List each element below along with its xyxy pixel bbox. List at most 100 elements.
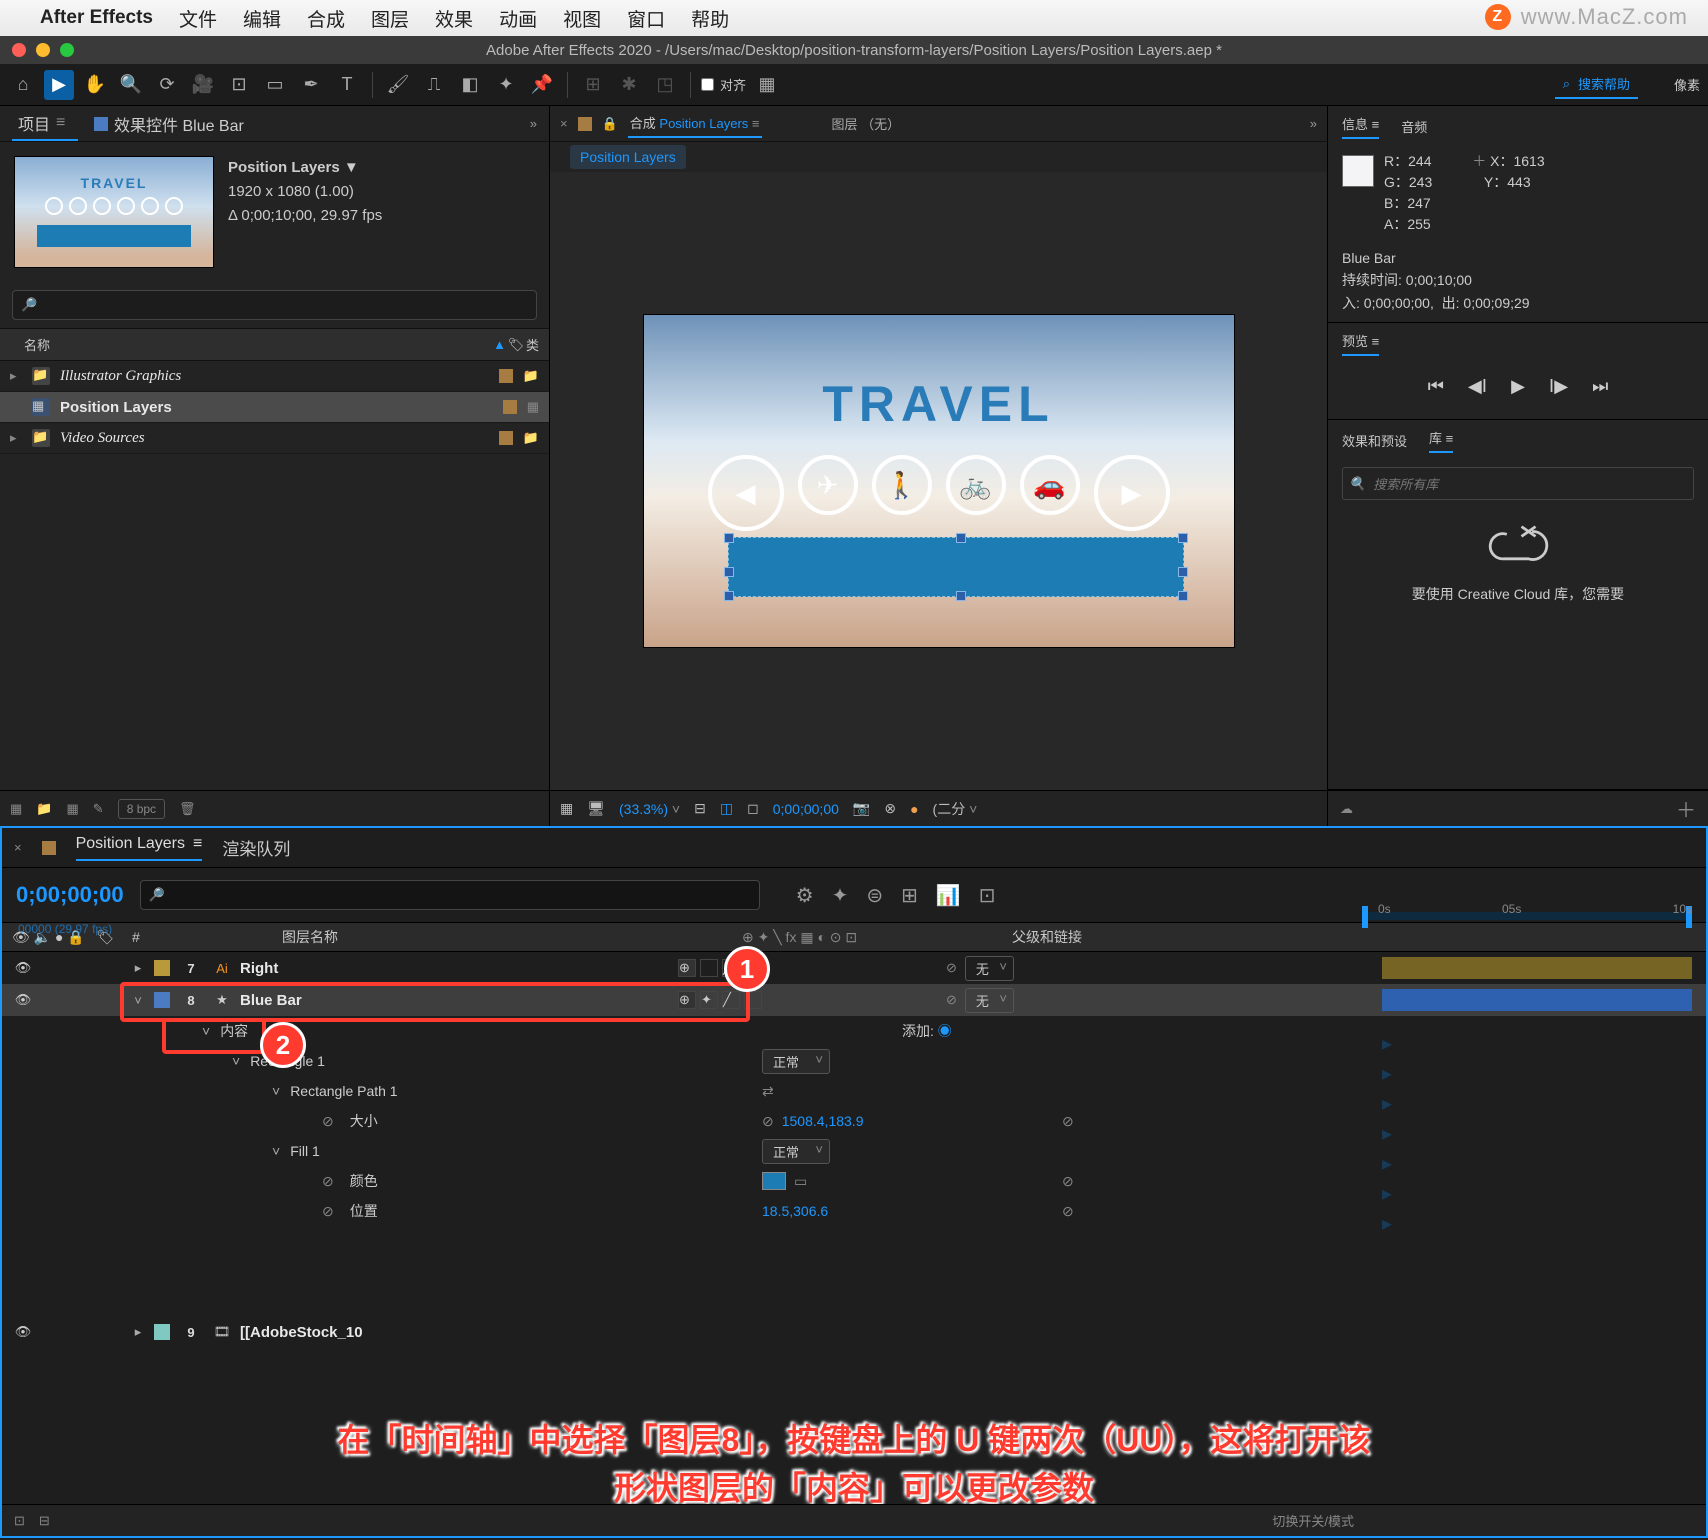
puppet-tool-icon[interactable]: 📌 — [527, 70, 557, 100]
search-help[interactable]: ⌕ 搜索帮助 — [1555, 70, 1638, 99]
tab-audio[interactable]: 音频 — [1401, 117, 1427, 136]
menu-help[interactable]: 帮助 — [691, 5, 729, 32]
tab-effect-controls[interactable]: 效果控件 Blue Bar — [88, 108, 250, 140]
project-columns[interactable]: 名称 ▲ 🏷 类 — [0, 328, 549, 361]
channel-icon[interactable]: ⊗ — [884, 800, 896, 817]
watermark-icon: Z — [1485, 4, 1511, 30]
lock-icon[interactable]: 🔒 — [602, 116, 618, 132]
project-item-comp[interactable]: ▦ Position Layers ▦ — [0, 392, 549, 423]
timecode[interactable]: 0;00;00;00 — [16, 882, 124, 908]
comp-mini-icon[interactable]: ⚙ — [796, 883, 814, 908]
color-mgmt-icon[interactable]: ● — [910, 801, 918, 817]
tab-render-queue[interactable]: 渲染队列 — [222, 835, 290, 860]
tab-timeline-comp[interactable]: Position Layers ≡ — [76, 835, 203, 861]
pen-tool-icon[interactable]: ✒ — [296, 70, 326, 100]
minimize-icon[interactable] — [36, 43, 50, 57]
menu-effect[interactable]: 效果 — [435, 5, 473, 32]
res-icon[interactable]: ⊟ — [694, 800, 706, 817]
pan-behind-tool-icon[interactable]: ⊡ — [224, 70, 254, 100]
library-search[interactable]: 🔍 搜索所有库 — [1342, 467, 1694, 500]
roi-icon[interactable]: ◻ — [747, 800, 759, 817]
next-frame-icon[interactable]: Ⅰ▶ — [1549, 376, 1568, 397]
roto-tool-icon[interactable]: ✦ — [491, 70, 521, 100]
position-prop[interactable]: ⊘位置 18.5,306.6 ⊘ ▸ — [2, 1196, 1706, 1226]
frame-blend-icon[interactable]: ⊜ — [866, 883, 883, 908]
mask-icon[interactable]: ◫ — [720, 800, 733, 817]
shy-icon[interactable]: ✦ — [832, 883, 849, 908]
menu-view[interactable]: 视图 — [563, 5, 601, 32]
zoom-icon[interactable] — [60, 43, 74, 57]
first-frame-icon[interactable]: ⏮ — [1428, 376, 1444, 397]
new-comp-icon[interactable]: ▦ — [66, 801, 78, 817]
tab-project[interactable]: 项目 ≡ — [12, 107, 78, 141]
bpc-toggle[interactable]: 8 bpc — [118, 799, 165, 819]
time-ruler[interactable]: 0s 05s 10s — [1362, 904, 1692, 930]
tab-preview[interactable]: 预览 ≡ — [1342, 331, 1379, 356]
orbit-tool-icon[interactable]: ⟳ — [152, 70, 182, 100]
hand-tool-icon[interactable]: ✋ — [80, 70, 110, 100]
snapshot-icon[interactable]: 📷 — [853, 800, 870, 817]
clone-tool-icon[interactable]: ⎍ — [419, 70, 449, 100]
composition-canvas[interactable]: TRAVEL ◀ ✈ 🚶 🚲 🚗 ▶ — [644, 315, 1234, 647]
last-frame-icon[interactable]: ⏭ — [1592, 376, 1608, 397]
interpret-icon[interactable]: ▦ — [10, 801, 22, 817]
comp-thumbnail[interactable]: TRAVEL — [14, 156, 214, 268]
tab-composition[interactable]: 合成 Position Layers ≡ — [628, 109, 762, 138]
tab-library[interactable]: 库 ≡ — [1429, 428, 1453, 453]
panel-menu-icon[interactable]: » — [530, 116, 537, 131]
toggle-modes-icon[interactable]: ⊟ — [39, 1513, 50, 1529]
menu-window[interactable]: 窗口 — [627, 5, 665, 32]
flow-chip[interactable]: Position Layers — [570, 145, 686, 169]
menu-layer[interactable]: 图层 — [371, 5, 409, 32]
close-icon[interactable] — [12, 43, 26, 57]
cloud-icon[interactable]: ☁ — [1340, 801, 1353, 817]
menu-file[interactable]: 文件 — [179, 5, 217, 32]
project-item-folder[interactable]: ▸📁 Illustrator Graphics 📁 — [0, 361, 549, 392]
fps-label: 00000 (29.97 fps) — [18, 922, 112, 936]
display-icon[interactable]: 🖥 — [587, 800, 605, 817]
new-folder-icon[interactable]: 📁 — [36, 801, 52, 817]
time-display[interactable]: 0;00;00;00 — [773, 801, 839, 817]
traffic-lights[interactable] — [12, 43, 74, 57]
tab-layer[interactable]: 图层 （无） — [832, 114, 901, 133]
grid-icon[interactable]: ▦ — [560, 800, 573, 817]
brainstorm-icon[interactable]: ⊡ — [979, 883, 996, 908]
color-prop[interactable]: ⊘颜色 ▭ ⊘ ▸ — [2, 1166, 1706, 1196]
snap-options-icon[interactable]: ▦ — [752, 70, 782, 100]
project-search[interactable]: 🔎 — [12, 290, 537, 320]
menu-comp[interactable]: 合成 — [307, 5, 345, 32]
tab-effects-presets[interactable]: 效果和预设 — [1342, 431, 1407, 450]
timeline-search[interactable]: 🔎 — [140, 880, 760, 910]
add-icon[interactable]: ＋ — [1676, 794, 1696, 823]
rect-tool-icon[interactable]: ▭ — [260, 70, 290, 100]
zoom-dropdown[interactable]: (33.3%) — [619, 801, 680, 817]
trash-icon[interactable]: 🗑 — [179, 801, 196, 817]
type-tool-icon[interactable]: T — [332, 70, 362, 100]
snap-toggle[interactable]: 对齐 — [701, 75, 746, 94]
adjust-icon[interactable]: ✎ — [93, 801, 104, 817]
graph-icon[interactable]: 📊 — [936, 883, 961, 908]
zoom-tool-icon[interactable]: 🔍 — [116, 70, 146, 100]
menu-anim[interactable]: 动画 — [499, 5, 537, 32]
camera-tool-icon[interactable]: 🎥 — [188, 70, 218, 100]
selection-tool-icon[interactable]: ▶ — [44, 70, 74, 100]
project-item-folder[interactable]: ▸📁 Video Sources 📁 — [0, 423, 549, 454]
rect-path[interactable]: ˅Rectangle Path 1 ⇄ ▸ — [2, 1076, 1706, 1106]
tab-info[interactable]: 信息 ≡ — [1342, 114, 1379, 139]
play-icon[interactable]: ▶ — [1511, 376, 1525, 397]
res-dropdown[interactable]: (二分 — [933, 799, 978, 819]
layer-row-7[interactable]: 👁 ▸ 7 Ai Right ⊕╱ ⊘无 — [2, 952, 1706, 984]
brush-tool-icon[interactable]: 🖌 — [383, 70, 413, 100]
fill-group[interactable]: ˅Fill 1 正常 ▸ — [2, 1136, 1706, 1166]
layer-row-9[interactable]: 👁 ▸ 9 🎞 [[AdobeStock_10 — [2, 1316, 1706, 1348]
toggle-switches-icon[interactable]: ⊡ — [14, 1513, 25, 1529]
menu-edit[interactable]: 编辑 — [243, 5, 281, 32]
motion-blur-icon[interactable]: ⊞ — [901, 883, 918, 908]
blue-bar-shape[interactable] — [728, 537, 1184, 597]
size-prop[interactable]: ⊘大小 ⊘ 1508.4,183.9 ⊘ ▸ — [2, 1106, 1706, 1136]
prev-frame-icon[interactable]: ◀Ⅰ — [1468, 376, 1487, 397]
eraser-tool-icon[interactable]: ◧ — [455, 70, 485, 100]
home-icon[interactable]: ⌂ — [8, 70, 38, 100]
app-name[interactable]: After Effects — [40, 7, 153, 29]
switches-modes-toggle[interactable]: 切换开关/模式 — [1272, 1511, 1354, 1530]
